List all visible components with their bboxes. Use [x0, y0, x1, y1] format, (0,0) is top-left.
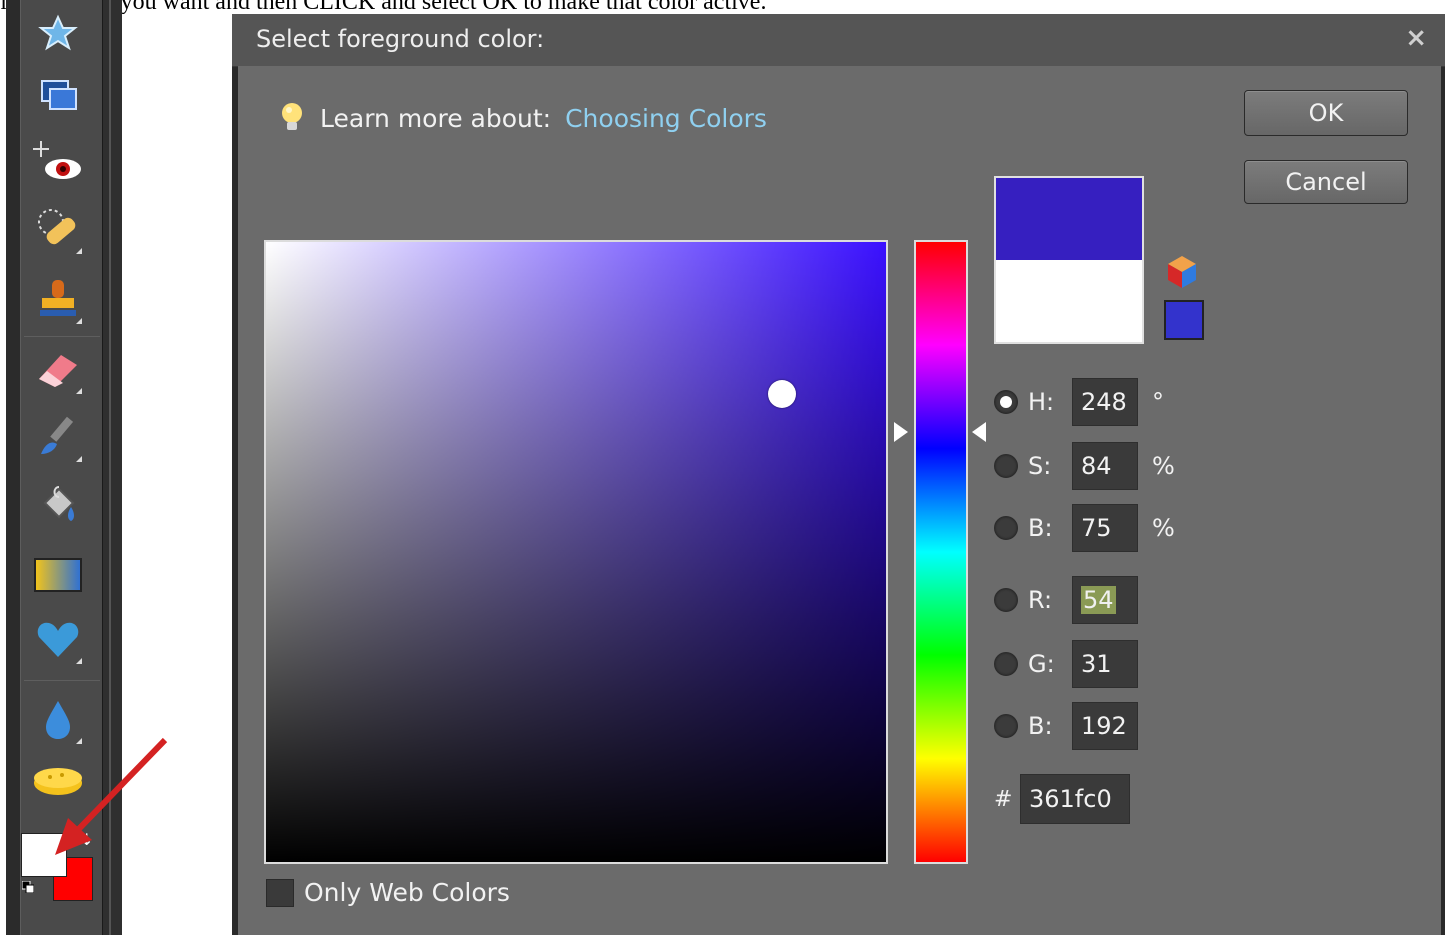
green-label: G:: [1028, 650, 1055, 678]
hue-slider[interactable]: [914, 240, 968, 864]
hue-slider-left-handle[interactable]: [894, 422, 908, 442]
green-row: G: 31: [994, 640, 1138, 688]
hex-label: #: [994, 786, 1013, 812]
only-web-colors-checkbox[interactable]: Only Web Colors: [266, 878, 510, 907]
blue-radio[interactable]: [994, 714, 1018, 738]
learn-more-row: Learn more about: Choosing Colors: [278, 100, 767, 136]
learn-more-label: Learn more about:: [320, 103, 552, 133]
red-input-value: 54: [1081, 586, 1116, 614]
green-radio[interactable]: [994, 652, 1018, 676]
saturation-input[interactable]: 84: [1072, 442, 1138, 490]
lightbulb-icon: [282, 103, 302, 130]
brightness-radio[interactable]: [994, 516, 1018, 540]
saturation-unit: %: [1152, 452, 1175, 480]
checkbox-box[interactable]: [266, 878, 294, 907]
cancel-button[interactable]: Cancel: [1244, 160, 1408, 204]
ok-button[interactable]: OK: [1244, 90, 1408, 136]
hue-input[interactable]: 248: [1072, 378, 1138, 426]
color-preview: [994, 176, 1144, 344]
color-picker-handle[interactable]: [768, 380, 796, 408]
saturation-brightness-field[interactable]: [264, 240, 888, 864]
hue-slider-right-handle[interactable]: [972, 422, 986, 442]
dialog-body: Learn more about: Choosing Colors OK Can…: [238, 66, 1441, 935]
blue-row: B: 192: [994, 702, 1138, 750]
blue-label: B:: [1028, 712, 1053, 740]
saturation-label: S:: [1028, 452, 1052, 480]
green-input[interactable]: 31: [1072, 640, 1138, 688]
degree-unit: °: [1152, 388, 1164, 416]
hue-label: H:: [1028, 388, 1055, 416]
color-picker-dialog: Select foreground color: × Learn more ab…: [232, 14, 1445, 935]
red-label: R:: [1028, 586, 1053, 614]
brightness-input[interactable]: 75: [1072, 504, 1138, 552]
hue-radio[interactable]: [994, 390, 1018, 414]
close-icon[interactable]: ×: [1405, 23, 1427, 53]
red-row: R: 54: [994, 576, 1138, 624]
hex-input[interactable]: 361fc0: [1020, 774, 1130, 824]
choosing-colors-link[interactable]: Choosing Colors: [565, 104, 767, 133]
saturation-row: S: 84 %: [994, 442, 1175, 490]
current-color-swatch: [996, 260, 1142, 342]
hex-row: # 361fc0: [994, 774, 1130, 824]
dialog-titlebar: Select foreground color: ×: [232, 14, 1445, 67]
annotation-arrow: [55, 737, 168, 855]
saturation-radio[interactable]: [994, 454, 1018, 478]
brightness-label: B:: [1028, 514, 1053, 542]
brightness-row: B: 75 %: [994, 504, 1175, 552]
red-input[interactable]: 54: [1072, 576, 1138, 624]
blue-input[interactable]: 192: [1072, 702, 1138, 750]
hue-row: H: 248 °: [994, 378, 1164, 426]
brightness-unit: %: [1152, 514, 1175, 542]
out-of-gamut-cube-icon[interactable]: [1164, 254, 1200, 290]
web-safe-color-swatch[interactable]: [1164, 300, 1204, 340]
dialog-title: Select foreground color:: [256, 25, 545, 53]
red-radio[interactable]: [994, 588, 1018, 612]
new-color-swatch: [996, 178, 1142, 260]
only-web-colors-label: Only Web Colors: [304, 878, 510, 907]
